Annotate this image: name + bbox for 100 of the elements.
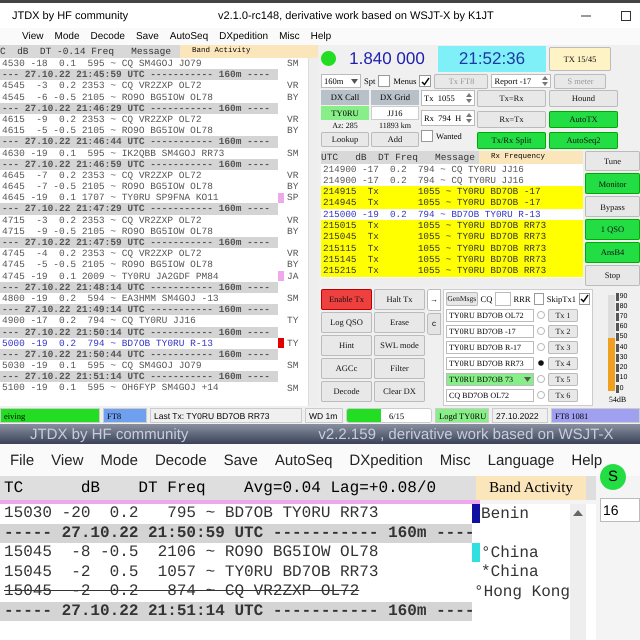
action-button[interactable]: Decode [321,380,372,402]
action-button[interactable]: Filter [374,358,425,379]
tx-button[interactable]: Tx 6 [548,388,578,402]
maximize-icon[interactable] [620,10,632,22]
message-field[interactable]: TY0RU BD7OB RR73 [446,356,534,370]
decode-text[interactable]: 4645 -7 -0.5 2105 ~ RO9O BG5IOW OL78 [0,181,278,192]
decode-text[interactable]: 4715 -3 0.2 2353 ~ CQ VR2ZXP OL72 [0,214,278,226]
tx-message-row[interactable]: 215015 Tx 1055 ~ TY0RU BD7OB RR73 [321,220,583,232]
checkbox[interactable] [378,75,390,88]
checkbox[interactable] [421,130,433,142]
tx-frequency-spinbox[interactable]: Tx 1055 [421,90,475,106]
decode-text[interactable]: 4745 -4 0.2 2353 ~ CQ VR2ZXP OL72 [0,248,278,260]
menu-item[interactable]: Mode [100,452,138,468]
radio-button[interactable] [537,343,545,352]
menu-item[interactable]: DXpedition [219,31,268,42]
menu-item[interactable]: AutoSeq [170,31,208,42]
decode-text[interactable]: 15045 -2 0.5 1057 ~ TY0RU BD7OB RR73 [0,562,472,582]
tx-message-row[interactable]: 215215 Tx 1055 ~ TY0RU BD7OB RR73 [321,265,583,276]
decode-text[interactable]: 4800 -19 0.2 594 ~ EA3HMM SM4GOJ -13 [0,292,278,304]
decode-text[interactable]: 5030 -19 0.1 595 ~ CQ SM4GOJ JO79 [0,360,278,372]
decode-text[interactable]: 4745 -5 -0.5 2105 ~ RO9O BG5IOW OL78 [0,259,278,271]
side-button[interactable]: Monitor [585,173,640,194]
menu-item[interactable]: Mode [54,31,80,42]
toggle-button[interactable]: Tx/Rx Split [477,132,546,149]
rx-frequency-spinbox[interactable]: Rx 794 H [421,110,475,126]
action-button[interactable]: Clear DX [374,380,425,402]
menu-item[interactable]: Help [310,31,332,42]
menu-item[interactable]: Save [136,31,159,42]
lookup-button[interactable]: Lookup [321,132,369,147]
radio-button[interactable] [537,391,545,400]
menu-item[interactable]: AutoSeq [274,452,332,468]
action-button[interactable]: Enable Tx [321,288,372,310]
tx-message-row[interactable]: 215145 Tx 1055 ~ TY0RU BD7OB RR73 [321,254,583,266]
tx-message-row[interactable]: 215045 Tx 1055 ~ TY0RU BD7OB RR73 [321,231,583,243]
side-button[interactable]: AnsB4 [585,242,640,263]
action-button[interactable]: Hint [321,334,372,356]
menu-item[interactable]: Save [224,452,258,468]
action-button[interactable]: Erase [374,312,425,333]
decode-text[interactable]: 15030 -20 0.2 795 ~ BD7OB TY0RU RR73 [0,504,472,524]
checkbox[interactable] [419,75,432,88]
decode-text[interactable]: 4645 -7 0.2 2353 ~ CQ VR2ZXP OL72 [0,170,278,182]
scrollbar[interactable] [570,504,586,640]
decode-row[interactable]: 214900 -17 0.2 794 ~ CQ TY0RU JJ16 [321,174,583,186]
menu-item[interactable]: Misc [279,31,300,42]
tx-message-row[interactable]: 215115 Tx 1055 ~ TY0RU BD7OB RR73 [321,242,583,254]
band-combo[interactable]: 160m [321,74,361,88]
decode-text[interactable]: 15045 -2 0.2 874 ~ CQ VR2ZXP OL72 [0,582,466,602]
side-button[interactable]: 1 QSO [585,219,640,240]
decode-text[interactable]: 4900 -17 0.2 794 ~ CQ TY0RU JJ16 [0,315,278,327]
checkbox[interactable] [534,292,544,305]
tx-button[interactable]: Tx 3 [548,340,578,354]
menu-item[interactable]: Decode [90,31,125,42]
add-button[interactable]: Add [371,132,419,147]
tx-period-button[interactable]: TX 15/45 [549,46,611,71]
cq-field[interactable] [495,292,510,306]
decode-text[interactable]: 5000 -19 0.2 794 ~ BD7OB TY0RU R-13 [0,338,278,349]
decode-text[interactable]: 4545 -3 0.2 2353 ~ CQ VR2ZXP OL72 [0,80,278,92]
toggle-button[interactable]: Rx=Tx [477,110,546,128]
radio-button[interactable] [537,375,545,384]
decode-text[interactable]: 15045 -8 -0.5 2106 ~ RO9O BG5IOW OL78 [0,543,472,562]
dx-call-field[interactable]: TY0RU [321,106,369,120]
tx-button[interactable]: Tx 1 [548,308,578,322]
checkbox[interactable] [579,292,590,305]
menu-item[interactable]: Misc [440,452,471,468]
decode-text[interactable]: 4745 -19 0.1 2009 ~ TY0RU JA2GDF PM84 [0,270,278,282]
dx-grid-field[interactable]: JJ16 [371,106,419,120]
decode-row[interactable]: 215000 -19 0.2 794 ~ BD7OB TY0RU R-13 [321,208,583,220]
tx-button[interactable]: Tx 5 [548,372,578,386]
menu-item[interactable]: View [22,31,44,42]
menu-item[interactable]: View [51,452,84,468]
radio-button[interactable] [537,327,545,336]
menu-item[interactable]: DXpedition [349,452,423,468]
horizontal-scrollbar[interactable] [321,278,583,286]
decode-text[interactable]: 4615 -5 -0.5 2105 ~ RO9O BG5IOW OL78 [0,125,278,136]
action-button[interactable]: AGCc [321,358,372,379]
decode-text[interactable]: 4645 -19 0.1 1707 ~ TY0RU SP9FNA KO11 [0,192,278,204]
tx-message-row[interactable]: 214945 Tx 1055 ~ TY0RU BD7OB -17 [321,197,583,209]
menu-item[interactable]: Language [488,452,554,468]
message-field[interactable]: CQ BD7OB OL72 [446,388,534,402]
toggle-button[interactable]: Hound [549,90,618,107]
message-field[interactable]: TY0RU BD7OB R-17 [446,340,534,354]
message-tab[interactable]: → [427,288,441,311]
tx-message-row[interactable]: 214915 Tx 1055 ~ TY0RU BD7OB -17 [321,186,583,198]
message-field[interactable]: TY0RU BD7OB -17 [446,324,534,338]
message-tab[interactable]: c [427,312,441,335]
toggle-button[interactable]: Tx=Rx [477,90,546,107]
decode-text[interactable]: 4630 -19 0.1 595 ~ IK2QBB SM4GOJ RR73 [0,148,278,159]
side-button[interactable]: Bypass [585,196,640,218]
message-combo[interactable]: TY0RU BD7OB 73 [446,372,534,386]
tx-button[interactable]: Tx 2 [548,324,578,338]
scrollbar[interactable] [308,58,318,406]
decode-text[interactable]: 4545 -6 -0.5 2105 ~ RO9O BG5IOW OL78 [0,92,278,103]
action-button[interactable]: Halt Tx [374,288,425,310]
tx-button[interactable]: Tx 4 [548,356,578,370]
side-button[interactable]: Tune [585,150,640,172]
decode-text[interactable]: 5100 -19 0.1 595 ~ OH6FYP SM4GOJ +14 [0,382,278,394]
decode-text[interactable]: 4715 -9 -0.5 2105 ~ RO9O BG5IOW OL78 [0,226,278,238]
menu-item[interactable]: File [10,452,34,468]
side-button[interactable]: Stop [585,264,640,286]
action-button[interactable]: SWL mode [374,334,425,356]
